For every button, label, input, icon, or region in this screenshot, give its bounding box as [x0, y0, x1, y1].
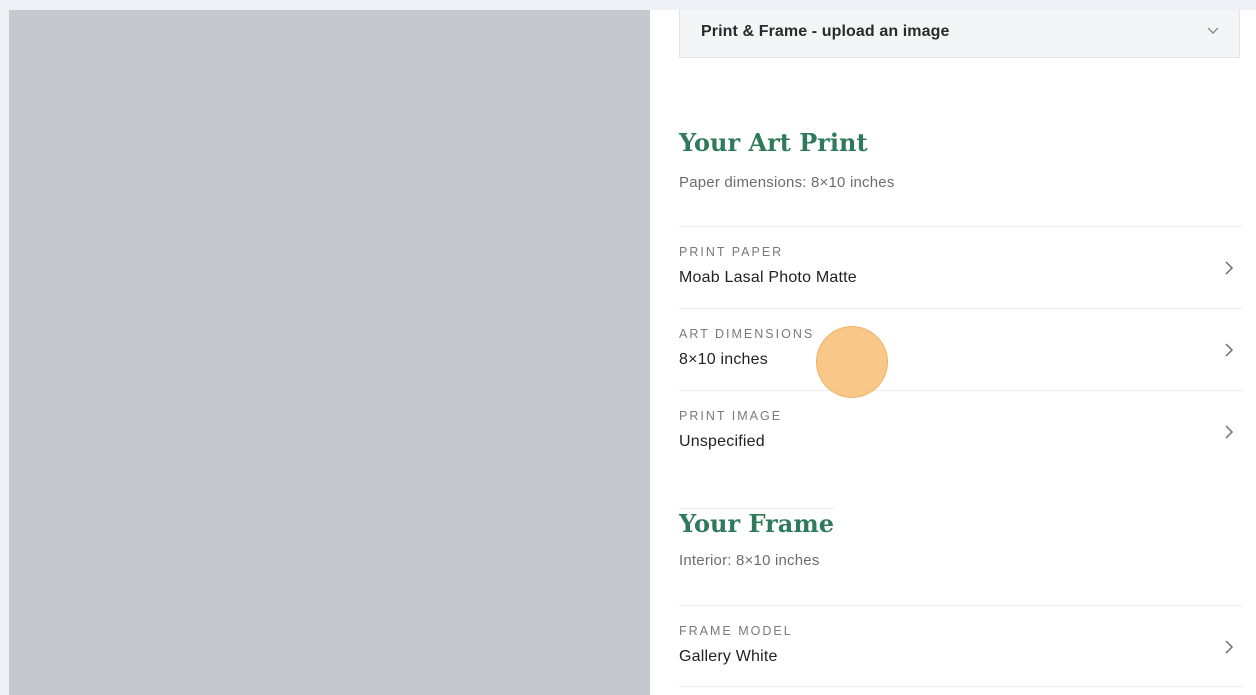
artwork-preview-area	[9, 10, 650, 695]
print-image-row[interactable]: PRINT IMAGE Unspecified	[679, 390, 1242, 472]
frame-model-label: FRAME MODEL	[679, 624, 793, 638]
frame-heading: Your Frame	[679, 508, 834, 538]
print-paper-row[interactable]: PRINT PAPER Moab Lasal Photo Matte	[679, 226, 1242, 308]
paper-dimensions-text: Paper dimensions: 8×10 inches	[679, 174, 895, 191]
frame-model-value: Gallery White	[679, 648, 778, 665]
print-image-label: PRINT IMAGE	[679, 409, 783, 423]
chevron-down-icon	[1207, 27, 1219, 34]
print-paper-value: Moab Lasal Photo Matte	[679, 269, 857, 286]
app-frame: Print & Frame - upload an image Your Art…	[9, 10, 1256, 695]
art-dimensions-row[interactable]: ART DIMENSIONS 8×10 inches	[679, 308, 1242, 390]
cursor-highlight	[816, 326, 888, 398]
product-type-dropdown[interactable]: Print & Frame - upload an image	[679, 10, 1240, 58]
print-paper-label: PRINT PAPER	[679, 245, 784, 259]
print-image-value: Unspecified	[679, 433, 765, 450]
frame-model-row[interactable]: FRAME MODEL Gallery White	[679, 605, 1242, 687]
chevron-right-icon	[1225, 261, 1234, 275]
art-print-heading: Your Art Print	[679, 128, 868, 157]
chevron-right-icon	[1225, 425, 1234, 439]
frame-interior-text: Interior: 8×10 inches	[679, 552, 820, 569]
art-dimensions-value: 8×10 inches	[679, 351, 768, 368]
chevron-right-icon	[1225, 343, 1234, 357]
chevron-right-icon	[1225, 640, 1234, 654]
art-dimensions-label: ART DIMENSIONS	[679, 327, 815, 341]
product-type-label: Print & Frame - upload an image	[701, 23, 950, 40]
configuration-panel: Print & Frame - upload an image Your Art…	[679, 10, 1242, 695]
